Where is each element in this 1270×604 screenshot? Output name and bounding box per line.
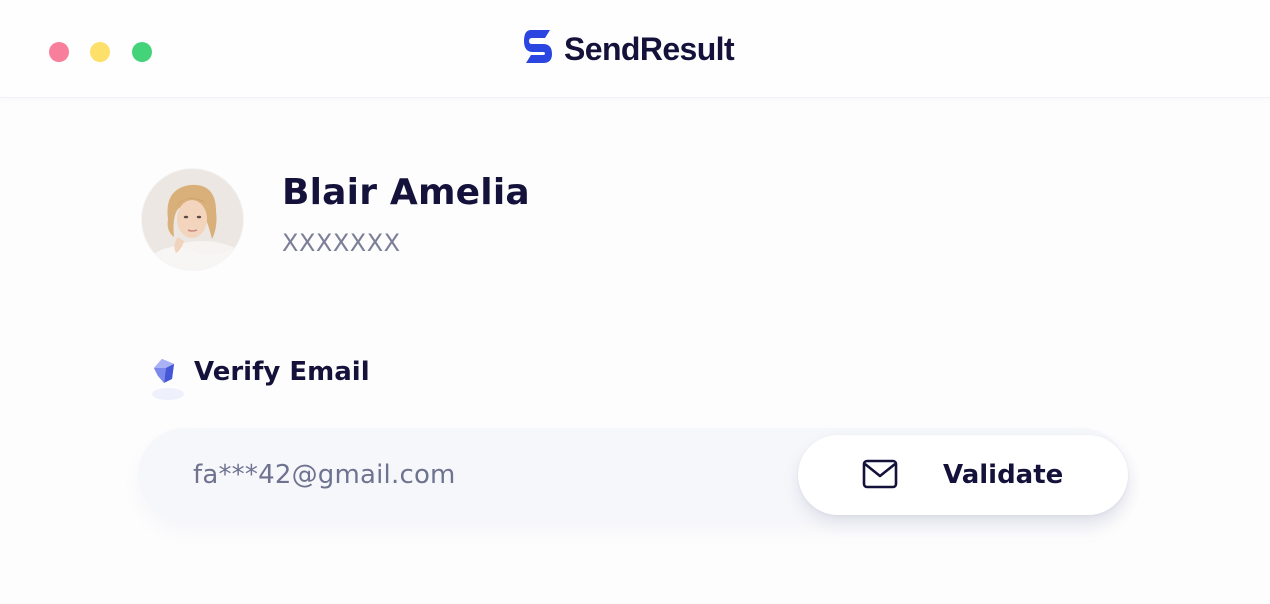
validate-button[interactable]: Validate <box>798 435 1128 515</box>
email-field[interactable]: fa***42@gmail.com <box>193 458 456 492</box>
app-window: SendResult Blair Amelia XXXXXXX Verify E… <box>0 0 1270 604</box>
profile-name: Blair Amelia <box>282 172 530 213</box>
profile-subtitle: XXXXXXX <box>282 229 401 257</box>
gem-icon <box>146 356 192 406</box>
close-window-button[interactable] <box>49 42 69 62</box>
mail-icon <box>862 459 898 489</box>
minimize-window-button[interactable] <box>90 42 110 62</box>
verify-email-title: Verify Email <box>194 357 370 387</box>
brand-logo: SendResult <box>524 30 735 68</box>
validate-button-label: Validate <box>943 460 1064 490</box>
brand-name: SendResult <box>564 31 735 67</box>
sendresult-logo-icon <box>524 30 552 63</box>
avatar <box>142 169 243 270</box>
title-bar: SendResult <box>0 0 1270 98</box>
maximize-window-button[interactable] <box>132 42 152 62</box>
email-input-bar: fa***42@gmail.com Validate <box>138 428 1128 522</box>
